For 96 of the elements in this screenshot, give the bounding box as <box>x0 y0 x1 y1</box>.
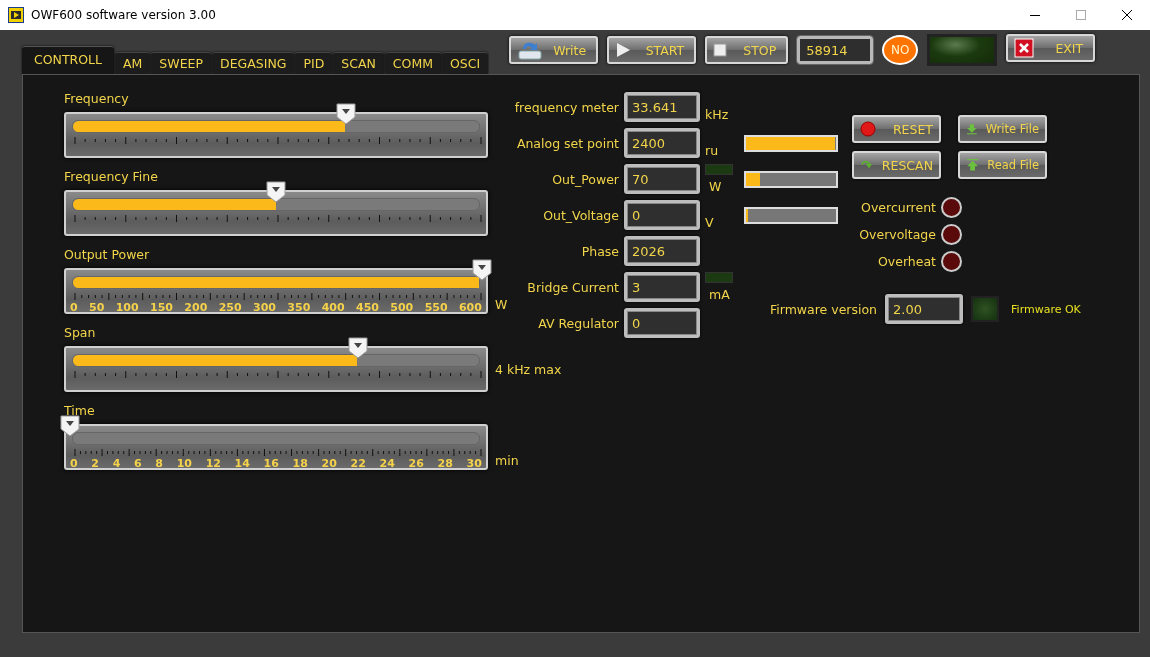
readout-field: 33.641 <box>624 92 700 122</box>
scale-label: 20 <box>321 457 337 470</box>
slider[interactable]: 0 50 100 150 200 250 300 350 400 450 500 550 600 <box>64 268 488 314</box>
scale-label: 550 <box>424 301 448 314</box>
readout-label: AV Regulator <box>537 315 619 331</box>
readout-label: frequency meter <box>513 99 619 115</box>
scale-label: 24 <box>379 457 395 470</box>
scale-label: 0 <box>70 457 78 470</box>
scale-label: 28 <box>437 457 453 470</box>
readout-label: Phase <box>580 243 619 259</box>
scale-label: 200 <box>184 301 208 314</box>
tab[interactable]: DEGASING <box>212 52 295 74</box>
scale-label: 350 <box>287 301 311 314</box>
scale-label: 16 <box>263 457 279 470</box>
scale-label: 30 <box>466 457 482 470</box>
scale-label: 26 <box>408 457 424 470</box>
scale-label: 2 <box>91 457 99 470</box>
slider[interactable]: 0 2 4 6 8 10 12 14 16 18 20 22 24 26 28 30 <box>64 424 488 470</box>
tab[interactable]: CONTROLL <box>22 46 114 74</box>
slider[interactable] <box>64 346 488 392</box>
slider-thumb[interactable] <box>471 259 493 281</box>
minimize-icon <box>1030 14 1040 16</box>
slider-label: Time <box>64 403 96 419</box>
readout-field: 3 <box>624 272 700 302</box>
tab[interactable]: OSCI <box>442 52 489 74</box>
firmware-field: 2.00 <box>885 294 964 324</box>
dot-icon <box>860 121 876 137</box>
unit-label: min <box>495 453 519 468</box>
scale-label: 14 <box>234 457 250 470</box>
reset-button[interactable]: RESET <box>852 115 941 143</box>
start-button[interactable]: START <box>607 36 697 64</box>
window-title: OWF600 software version 3.00 <box>31 8 217 22</box>
tab[interactable]: SWEEP <box>151 52 211 74</box>
rescan-button[interactable]: RESCAN <box>852 151 941 179</box>
readout-field: 70 <box>624 164 700 194</box>
firmware-label: Firmware version <box>770 301 878 317</box>
unit-label: mA <box>709 287 730 302</box>
slider-label: Frequency Fine <box>64 169 159 185</box>
unit-label: W <box>495 297 508 312</box>
app-icon <box>8 7 24 23</box>
close-icon <box>1014 38 1035 58</box>
scale-label: 300 <box>253 301 276 314</box>
readout-label: Out_Power <box>551 171 619 187</box>
tab[interactable]: AM <box>115 52 151 74</box>
readout-field: 2026 <box>624 236 700 266</box>
slider[interactable] <box>64 112 488 158</box>
scale-label: 100 <box>115 301 139 314</box>
unit-label: V <box>705 215 714 230</box>
slider-label: Frequency <box>64 91 130 107</box>
alarm-label: Overvoltage <box>859 227 936 242</box>
unit-label: ru <box>705 143 719 158</box>
tab[interactable]: COMM <box>384 52 441 74</box>
scale-label: 18 <box>292 457 308 470</box>
counter-field: 58914 <box>797 36 874 64</box>
alarm-label: Overheat <box>877 254 936 269</box>
slider-thumb[interactable] <box>59 415 81 437</box>
close-icon <box>1122 10 1132 20</box>
slider-label: Span <box>64 325 97 341</box>
readout-field: 0 <box>624 308 700 338</box>
unit-label: kHz <box>705 107 729 122</box>
scale-label: 250 <box>218 301 242 314</box>
slider[interactable] <box>64 190 488 236</box>
stop-button[interactable]: STOP <box>705 36 789 64</box>
maximize-icon <box>1076 10 1086 20</box>
readout-label: Bridge Current <box>526 279 619 295</box>
play-icon <box>615 42 632 58</box>
readout-label: Analog set point <box>515 135 619 151</box>
firmware-status: Firmware OK <box>1011 302 1081 316</box>
tab[interactable]: PID <box>295 52 333 74</box>
exit-button[interactable]: EXIT <box>1006 34 1096 62</box>
scale-label: 450 <box>356 301 379 314</box>
unit-label: 4 kHz max <box>495 361 562 377</box>
scale-label: 12 <box>205 457 221 470</box>
scale-label: 10 <box>176 457 192 470</box>
scale-label: 400 <box>321 301 345 314</box>
readout-field: 2400 <box>624 128 700 158</box>
scale-label: 6 <box>134 457 142 470</box>
scale-label: 500 <box>390 301 414 314</box>
readout-field: 0 <box>624 200 700 230</box>
read-file-button[interactable]: Read File <box>958 151 1047 179</box>
unit-label: W <box>709 179 722 194</box>
scale-label: 4 <box>112 457 121 470</box>
write-file-button[interactable]: Write File <box>958 115 1047 143</box>
scale-label: 600 <box>458 301 482 314</box>
slider-label: Output Power <box>64 247 151 263</box>
scale-label: 50 <box>89 301 105 314</box>
tab[interactable]: SCAN <box>333 52 384 74</box>
readout-label: Out_Voltage <box>542 207 619 223</box>
stop-icon <box>713 43 728 57</box>
scale-label: 150 <box>150 301 173 314</box>
scale-label: 8 <box>155 457 163 470</box>
write-button[interactable]: Write <box>509 36 599 64</box>
status-badge: NO <box>882 35 919 65</box>
scale-label: 0 <box>70 301 78 314</box>
alarm-label: Overcurrent <box>861 200 936 215</box>
scale-label: 22 <box>350 457 366 470</box>
